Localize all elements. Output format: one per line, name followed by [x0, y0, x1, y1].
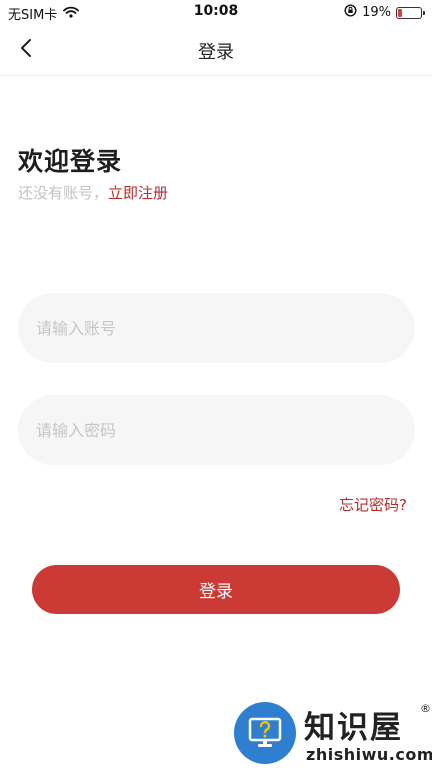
page-title: 登录: [198, 42, 234, 63]
password-input[interactable]: [18, 395, 415, 465]
battery-percent: 19%: [362, 5, 391, 20]
battery-icon: [396, 6, 425, 19]
watermark-logo-icon: [234, 702, 296, 764]
status-bar: 无SIM卡 10:08 19%: [0, 0, 432, 24]
account-input[interactable]: [18, 293, 415, 363]
login-button[interactable]: 登录: [32, 565, 400, 614]
password-field-container: [18, 395, 415, 465]
forgot-password-link[interactable]: 忘记密码?: [339, 494, 407, 515]
watermark: 知识屋 ® zhishiwu.com: [234, 700, 432, 768]
watermark-registered-mark: ®: [420, 702, 431, 715]
orientation-lock-icon: [344, 4, 357, 21]
register-prompt: 还没有账号，立即注册: [18, 182, 168, 203]
battery-level: [398, 8, 402, 17]
register-link[interactable]: 立即注册: [108, 184, 168, 202]
account-field-container: [18, 293, 415, 363]
no-account-text: 还没有账号，: [18, 184, 109, 202]
welcome-title: 欢迎登录: [18, 147, 123, 176]
watermark-domain: zhishiwu.com: [306, 745, 432, 764]
nav-bar: 登录: [0, 24, 432, 76]
watermark-brand: 知识屋: [304, 710, 403, 746]
status-right: 19%: [344, 4, 425, 21]
